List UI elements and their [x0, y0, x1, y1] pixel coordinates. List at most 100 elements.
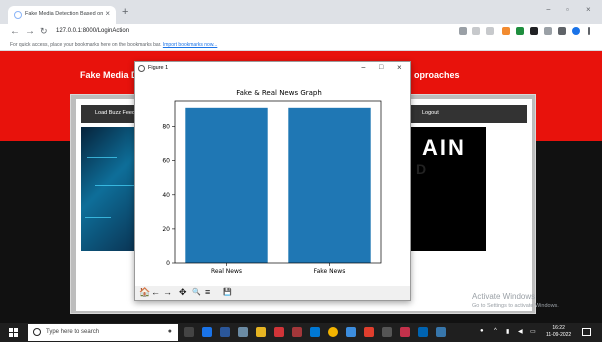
- headline-image-text: AIN: [422, 135, 466, 160]
- nav-load-buzz-feed[interactable]: Load Buzz Feed: [95, 110, 135, 116]
- y-tick-label: 40: [162, 192, 170, 199]
- app-icon[interactable]: [310, 327, 320, 337]
- figure-toolbar: 🏠 ← → ✥ 🔍 ≡ 💾: [135, 286, 410, 300]
- bar-chart: Fake & Real News Graph Real News Fake New…: [162, 89, 382, 275]
- share-icon[interactable]: [472, 27, 480, 35]
- y-tick-label: 60: [162, 158, 170, 165]
- omnibar: ← → ↻ 127.0.0.1:8000/LoginAction: [0, 24, 602, 40]
- start-tile: [9, 328, 13, 332]
- chrome-icon[interactable]: [328, 327, 338, 337]
- windows-start-icon[interactable]: [9, 328, 18, 337]
- import-bookmarks-link[interactable]: Import bookmarks now...: [163, 42, 217, 48]
- bar: [288, 107, 371, 264]
- y-tick-label: 20: [162, 226, 170, 233]
- activate-title: Activate Windows: [472, 292, 536, 301]
- notification-icon[interactable]: [582, 328, 591, 336]
- edge-icon[interactable]: [202, 327, 212, 337]
- bookmarks-message: For quick access, place your bookmarks h…: [10, 42, 217, 48]
- tab-title: Fake Media Detection Based on: [25, 11, 104, 17]
- key-icon[interactable]: [459, 27, 467, 35]
- configure-subplots-icon[interactable]: ≡: [205, 287, 210, 297]
- window-close-button[interactable]: ×: [586, 5, 591, 14]
- back-arrow-icon[interactable]: ←: [151, 287, 160, 297]
- activate-subtitle: Go to Settings to activate Windows.: [472, 303, 559, 309]
- x-tick-label: Fake News: [314, 268, 346, 275]
- menu-icon[interactable]: [588, 27, 590, 35]
- app-icon[interactable]: [346, 327, 356, 337]
- forward-arrow-icon[interactable]: →: [163, 287, 172, 297]
- light-streak: [85, 217, 111, 218]
- task-view-icon[interactable]: [184, 327, 194, 337]
- media-icon[interactable]: [544, 27, 552, 35]
- volume-icon[interactable]: ◀: [518, 328, 523, 335]
- app-icon[interactable]: [292, 327, 302, 337]
- headline-image: AIN D: [408, 127, 486, 251]
- reload-button[interactable]: ↻: [40, 26, 48, 37]
- figure-app-icon: [138, 65, 145, 72]
- store-icon[interactable]: [220, 327, 230, 337]
- figure-close-button[interactable]: ×: [397, 63, 402, 72]
- figure-window-title: Figure 1: [148, 65, 169, 71]
- app-icon[interactable]: [238, 327, 248, 337]
- site-title-left: Fake Media D: [80, 70, 138, 80]
- app-icon[interactable]: [418, 327, 428, 337]
- back-button[interactable]: ←: [10, 26, 20, 37]
- people-icon[interactable]: ●: [480, 328, 484, 334]
- activate-windows-watermark: Activate Windows Go to Settings to activ…: [472, 292, 559, 309]
- pan-icon[interactable]: ✥: [179, 287, 187, 298]
- home-icon[interactable]: 🏠: [139, 287, 150, 298]
- star-icon[interactable]: [486, 27, 494, 35]
- search-icon: [33, 328, 41, 336]
- start-tile: [14, 333, 18, 337]
- light-streak: [87, 157, 117, 158]
- tab-close-icon[interactable]: ×: [105, 9, 110, 18]
- windows-taskbar: Type here to search ● ● ^ ▮ ◀ ▭ 16:22 11…: [0, 323, 602, 342]
- save-icon[interactable]: 💾: [223, 288, 232, 296]
- bookmarks-bar: For quick access, place your bookmarks h…: [0, 40, 602, 51]
- sidepanel-icon[interactable]: [558, 27, 566, 35]
- figure-minimize-button[interactable]: −: [361, 63, 366, 72]
- loading-icon: [14, 11, 22, 19]
- file-explorer-icon[interactable]: [256, 327, 266, 337]
- taskbar-search-box[interactable]: Type here to search ●: [28, 324, 178, 341]
- site-title-right: oproaches: [414, 70, 460, 80]
- microphone-icon[interactable]: ●: [168, 328, 172, 335]
- figure-maximize-button[interactable]: □: [379, 64, 383, 71]
- light-streak: [95, 185, 135, 186]
- extension-icon[interactable]: [502, 27, 510, 35]
- x-tick-label: Real News: [211, 268, 242, 275]
- window-maximize-button[interactable]: ▫: [566, 5, 569, 14]
- python-icon[interactable]: [436, 327, 446, 337]
- network-icon[interactable]: ▮: [506, 328, 509, 335]
- app-icon[interactable]: [382, 327, 392, 337]
- app-icon[interactable]: [400, 327, 410, 337]
- tray-overflow-icon[interactable]: ^: [494, 328, 497, 334]
- start-tile: [9, 333, 13, 337]
- taskbar-clock[interactable]: 16:22 11-09-2022: [546, 325, 571, 339]
- extension-puzzle-icon[interactable]: [530, 27, 538, 35]
- extension-shield-icon[interactable]: [516, 27, 524, 35]
- new-tab-button[interactable]: +: [122, 6, 128, 18]
- profile-avatar[interactable]: [572, 27, 580, 35]
- app-icon[interactable]: [274, 327, 284, 337]
- chart-title: Fake & Real News Graph: [236, 89, 322, 97]
- browser-tabstrip: Fake Media Detection Based on × + − ▫ ×: [0, 0, 602, 24]
- figure-window: Figure 1 − □ × Fake & Real News Graph Re…: [134, 61, 411, 301]
- bar: [185, 107, 268, 264]
- headline-image-sub: D: [416, 161, 427, 177]
- start-tile: [14, 328, 18, 332]
- nav-logout[interactable]: Logout: [422, 110, 439, 116]
- browser-tab[interactable]: Fake Media Detection Based on ×: [8, 6, 116, 24]
- zoom-icon[interactable]: 🔍: [192, 288, 201, 296]
- window-minimize-button[interactable]: −: [546, 5, 551, 14]
- address-bar[interactable]: 127.0.0.1:8000/LoginAction: [56, 28, 129, 34]
- battery-icon[interactable]: ▭: [530, 328, 536, 335]
- search-placeholder: Type here to search: [46, 329, 100, 335]
- forward-button[interactable]: →: [25, 26, 35, 37]
- bookmarks-message-text: For quick access, place your bookmarks h…: [10, 42, 162, 48]
- tech-image: [81, 127, 141, 251]
- app-icon[interactable]: [364, 327, 374, 337]
- y-tick-label: 80: [162, 124, 170, 131]
- clock-time: 16:22: [552, 325, 565, 331]
- clock-date: 11-09-2022: [546, 332, 572, 338]
